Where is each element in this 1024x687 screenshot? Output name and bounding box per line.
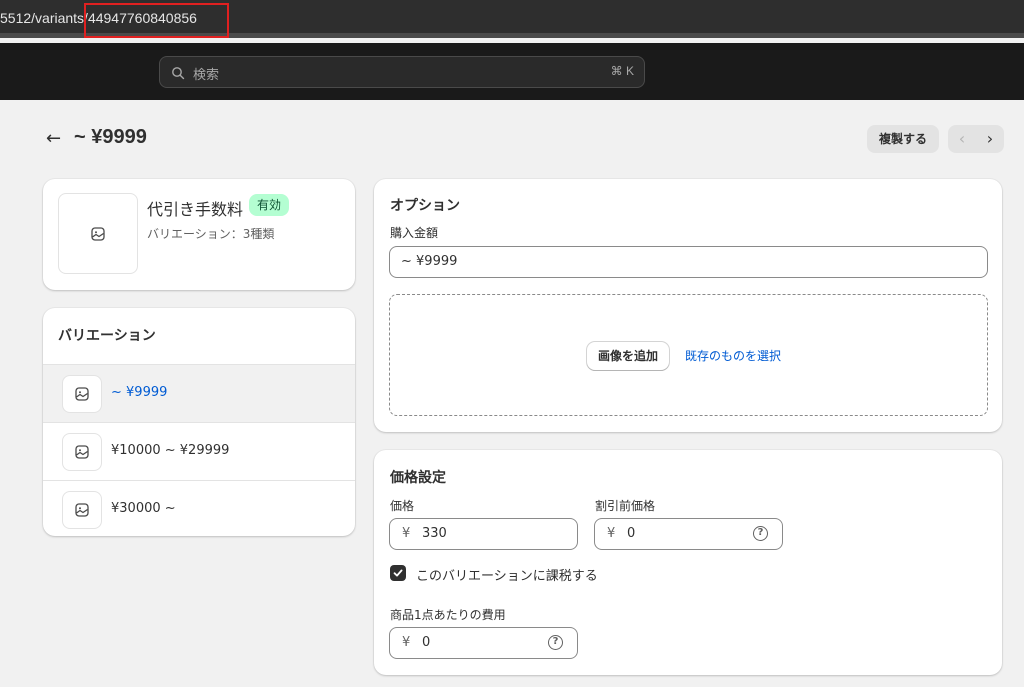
variant-row[interactable]: ¥10000 ~ ¥29999 xyxy=(43,422,355,480)
compare-price-label: 割引前価格 xyxy=(595,499,656,513)
page-title: ~ ¥9999 xyxy=(74,126,147,148)
select-existing-link[interactable]: 既存のものを選択 xyxy=(685,347,781,364)
image-icon xyxy=(91,226,105,241)
pricing-title: 価格設定 xyxy=(390,470,446,486)
cost-currency: ¥ xyxy=(402,635,411,650)
variant-row[interactable]: ~ ¥9999 xyxy=(43,364,355,422)
status-badge: 有効 xyxy=(249,194,290,216)
back-arrow-icon[interactable]: ← xyxy=(46,128,61,149)
url-highlight-box xyxy=(84,3,229,38)
variant-label: ¥10000 ~ ¥29999 xyxy=(111,443,230,458)
cost-per-item-label: 商品1点あたりの費用 xyxy=(390,608,506,622)
previous-variant-button[interactable]: ‹ xyxy=(948,125,976,153)
purchase-amount-value: ~ ¥9999 xyxy=(401,254,458,269)
image-icon xyxy=(75,445,89,459)
add-image-button[interactable]: 画像を追加 xyxy=(587,342,670,370)
cost-per-item-input[interactable]: ¥ 0 ? xyxy=(389,627,578,659)
pagination: ‹ › xyxy=(948,125,1004,153)
variant-image-placeholder xyxy=(62,433,102,471)
options-title: オプション xyxy=(390,198,460,214)
purchase-amount-label: 購入金額 xyxy=(390,226,439,240)
price-input[interactable]: ¥ 330 xyxy=(389,518,578,550)
compare-price-currency: ¥ xyxy=(607,526,616,541)
image-icon xyxy=(75,387,89,401)
search-icon xyxy=(171,65,185,84)
variant-image-placeholder xyxy=(62,375,102,413)
search-input[interactable]: 検索 ⌘ K xyxy=(159,56,645,88)
variant-row[interactable]: ¥30000 ~ xyxy=(43,480,355,536)
price-currency: ¥ xyxy=(402,526,411,541)
variant-image-placeholder xyxy=(62,491,102,529)
next-variant-button[interactable]: › xyxy=(976,125,1004,153)
compare-price-value: 0 xyxy=(627,526,636,541)
search-shortcut: ⌘ K xyxy=(610,64,634,78)
variant-label: ¥30000 ~ xyxy=(111,501,176,516)
price-value: 330 xyxy=(422,526,447,541)
taxable-checkbox[interactable] xyxy=(390,565,406,581)
purchase-amount-input[interactable]: ~ ¥9999 xyxy=(389,246,988,278)
variant-count: バリエーション：3種類 xyxy=(147,227,275,241)
image-icon xyxy=(75,503,89,517)
search-placeholder: 検索 xyxy=(193,68,220,83)
taxable-label[interactable]: このバリエーションに課税する xyxy=(416,565,598,584)
help-icon[interactable]: ? xyxy=(753,526,768,541)
product-image-placeholder[interactable] xyxy=(58,193,138,274)
cost-value: 0 xyxy=(422,635,431,650)
variant-label: ~ ¥9999 xyxy=(111,385,168,400)
price-label: 価格 xyxy=(390,499,415,513)
variants-title: バリエーション xyxy=(58,328,156,344)
compare-price-input[interactable]: ¥ 0 ? xyxy=(594,518,783,550)
help-icon[interactable]: ? xyxy=(548,635,563,650)
product-name[interactable]: 代引き手数料 xyxy=(147,196,243,220)
duplicate-button[interactable]: 複製する xyxy=(867,125,940,153)
